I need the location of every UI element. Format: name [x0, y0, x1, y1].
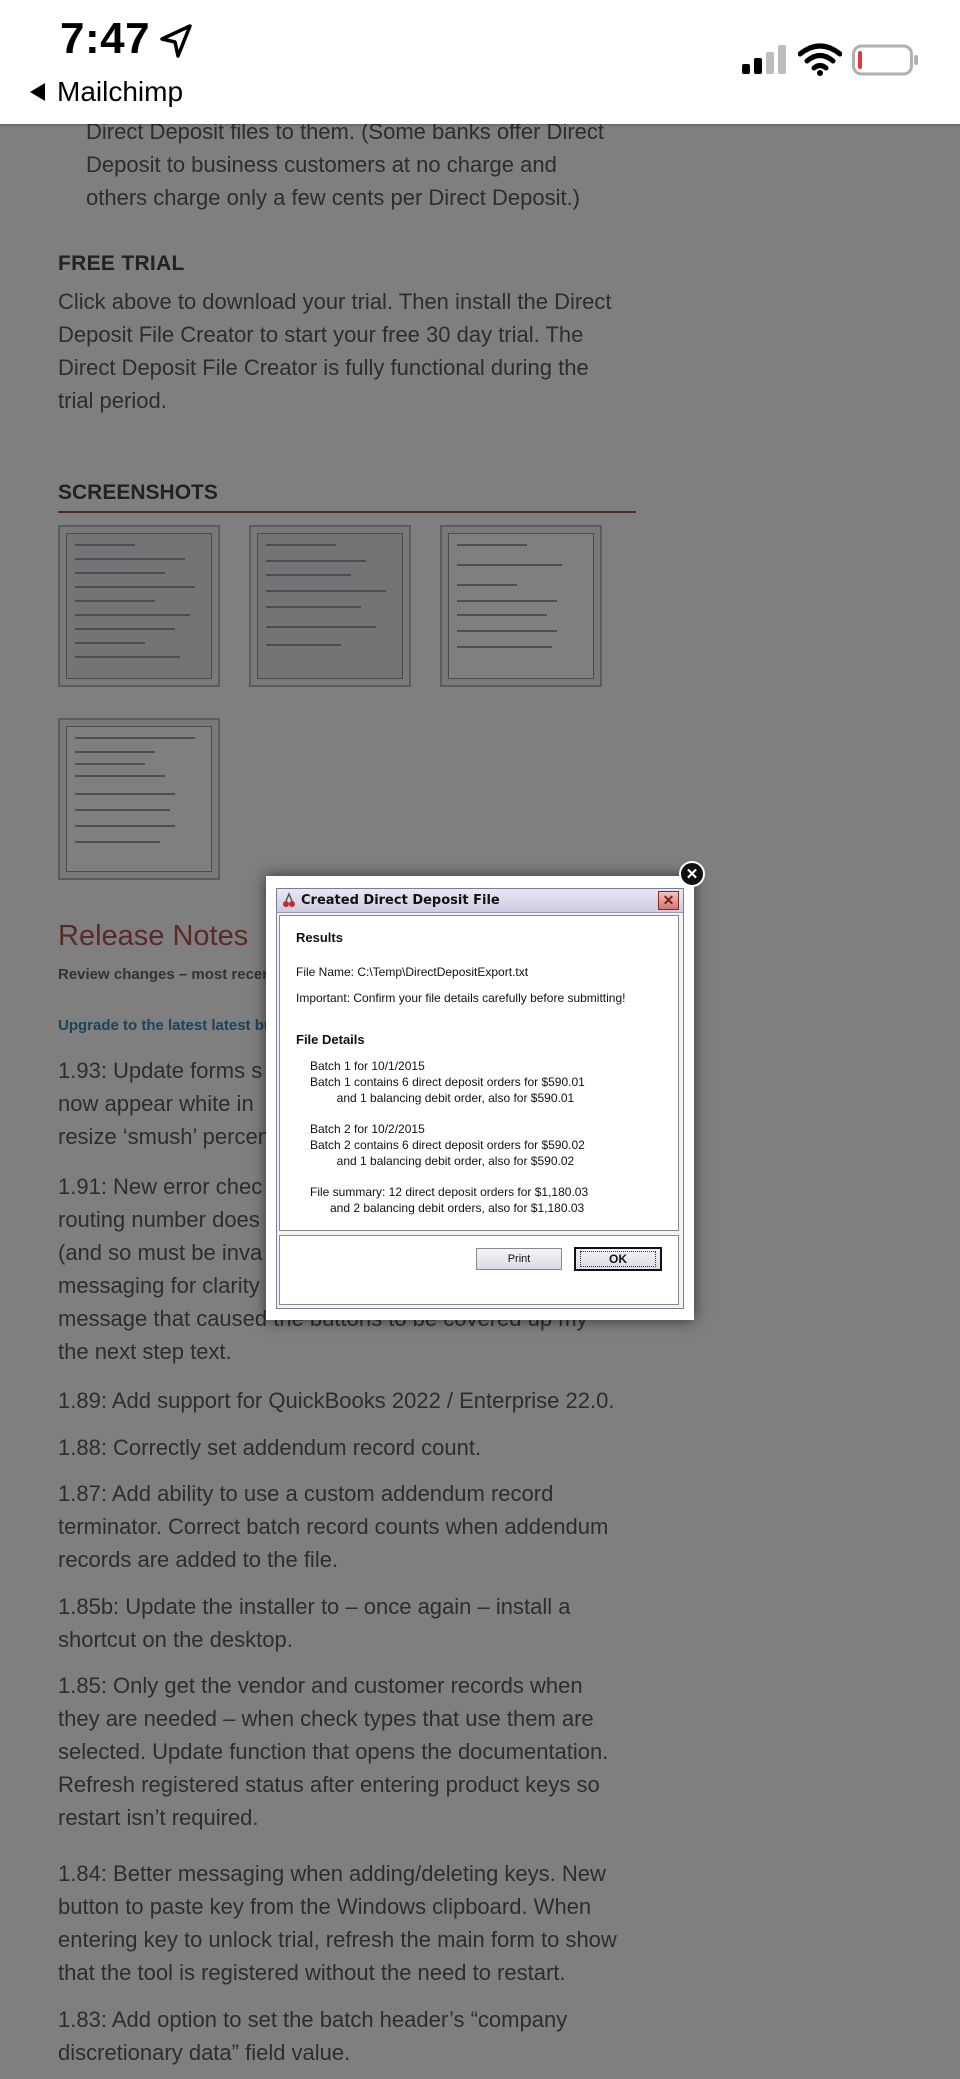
ok-button-label: OK: [580, 1251, 656, 1267]
direct-deposit-dialog: Created Direct Deposit File ✕ Results Fi…: [276, 888, 684, 1309]
back-arrow-icon: [30, 83, 45, 101]
dialog-titlebar: Created Direct Deposit File ✕: [277, 889, 683, 913]
dialog-detail-line: Batch 2 contains 6 direct deposit orders…: [310, 1138, 585, 1152]
dialog-body: Results File Name: C:\Temp\DirectDeposit…: [279, 915, 679, 1231]
battery-low-icon: [852, 44, 918, 76]
dialog-footer: Print OK: [279, 1235, 679, 1305]
lightbox-close-icon[interactable]: ✕: [679, 861, 705, 887]
print-button[interactable]: Print: [476, 1248, 562, 1270]
batch-1-details: Batch 1 for 10/1/2015 Batch 1 contains 6 …: [310, 1058, 585, 1106]
results-heading: Results: [296, 930, 343, 945]
app-icon: [283, 892, 295, 907]
cellular-signal-icon: [742, 45, 786, 74]
important-text: Important: Confirm your file details car…: [296, 991, 626, 1005]
dialog-detail-line: Batch 2 for 10/2/2015: [310, 1122, 425, 1136]
back-app-label: Mailchimp: [57, 76, 184, 107]
wifi-icon: [798, 43, 842, 76]
screen: Direct Deposit files to them. (Some bank…: [0, 0, 960, 2079]
dialog-close-button[interactable]: ✕: [658, 891, 679, 910]
back-to-app-button[interactable]: Mailchimp: [30, 74, 183, 110]
dialog-detail-line: File summary: 12 direct deposit orders f…: [310, 1185, 589, 1199]
file-summary: File summary: 12 direct deposit orders f…: [310, 1184, 588, 1216]
dialog-detail-line: Batch 1 for 10/1/2015: [310, 1059, 425, 1073]
status-bar: 7:47 Mailchimp: [0, 0, 960, 124]
dialog-detail-line: Batch 1 contains 6 direct deposit orders…: [310, 1075, 585, 1089]
screenshot-lightbox: Created Direct Deposit File ✕ Results Fi…: [266, 876, 694, 1320]
dialog-detail-line: and 1 balancing debit order, also for $5…: [310, 1154, 575, 1168]
file-name-text: File Name: C:\Temp\DirectDepositExport.t…: [296, 965, 529, 979]
dialog-detail-line: and 1 balancing debit order, also for $5…: [310, 1091, 575, 1105]
dialog-detail-line: and 2 balancing debit orders, also for $…: [310, 1201, 585, 1215]
location-arrow-icon: [160, 24, 192, 58]
file-details-heading: File Details: [296, 1032, 365, 1047]
clock: 7:47: [60, 14, 151, 63]
dialog-title: Created Direct Deposit File: [301, 893, 500, 908]
ok-button[interactable]: OK: [574, 1247, 662, 1271]
batch-2-details: Batch 2 for 10/2/2015 Batch 2 contains 6 …: [310, 1121, 585, 1169]
